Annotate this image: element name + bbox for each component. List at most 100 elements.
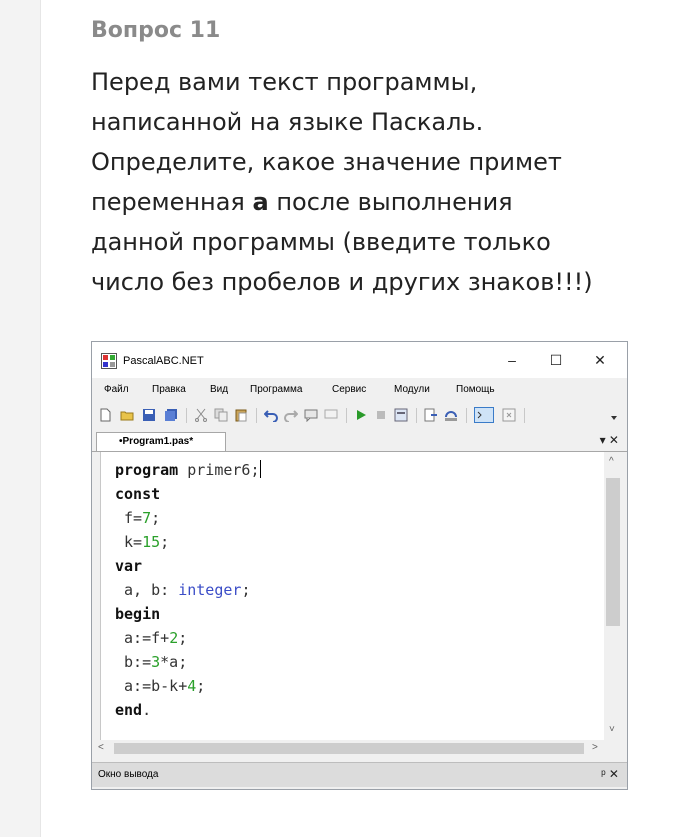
code-line: b:=3*a; <box>115 650 261 674</box>
menu-file[interactable]: Файл <box>104 384 129 395</box>
scroll-right-icon[interactable]: > <box>592 742 598 753</box>
toolbar-separator <box>524 408 525 423</box>
question-line-6: число без пробелов и других знаков!!!) <box>91 268 593 296</box>
save-icon[interactable] <box>142 408 156 422</box>
minimize-button[interactable]: – <box>496 349 528 371</box>
code-text: k= <box>115 533 143 551</box>
question-line-5: данной программы (введите только <box>91 228 551 256</box>
code-text: a:=b-k+ <box>115 677 188 695</box>
code-text: b:= <box>115 653 152 671</box>
code-text: ; <box>241 581 251 599</box>
menu-view[interactable]: Вид <box>210 384 228 395</box>
code-number: 15 <box>142 533 161 551</box>
code-number: 4 <box>187 677 197 695</box>
question-line-1: Перед вами текст программы, <box>91 68 478 96</box>
question-line-4-start: переменная <box>91 188 253 216</box>
title-bar[interactable]: PascalABC.NET – ☐ ✕ <box>92 342 627 378</box>
undo-icon[interactable] <box>264 408 278 422</box>
question-title: Вопрос 11 <box>91 18 221 43</box>
copy-icon[interactable] <box>214 408 228 422</box>
uncomment-icon[interactable] <box>324 408 338 422</box>
cut-icon[interactable] <box>194 408 208 422</box>
code-line: k=15; <box>115 530 261 554</box>
menu-edit[interactable]: Правка <box>152 384 186 395</box>
code-keyword: program <box>115 461 179 479</box>
paste-icon[interactable] <box>234 408 248 422</box>
code-line: const <box>115 482 261 506</box>
stop-icon[interactable] <box>374 408 388 422</box>
output-panel-actions[interactable]: ᵖ ✕ <box>601 767 619 781</box>
code-line: a:=b-k+4; <box>115 674 261 698</box>
question-text: Перед вами текст программы, написанной н… <box>91 62 651 302</box>
toolbar-overflow-icon[interactable] <box>610 414 618 422</box>
code-type: integer <box>178 581 242 599</box>
ide-window: PascalABC.NET – ☐ ✕ Файл Правка Вид Прог… <box>91 341 628 790</box>
question-line-4-end: после выполнения <box>268 188 513 216</box>
code-text: primer6; <box>178 461 260 479</box>
code-line: f=7; <box>115 506 261 530</box>
question-line-4: переменная а после выполнения <box>91 182 651 222</box>
toolbar-separator <box>186 408 187 423</box>
output-window-icon[interactable] <box>474 407 494 423</box>
toolbar-separator <box>346 408 347 423</box>
code-number: 3 <box>151 653 161 671</box>
code-text: . <box>142 701 152 719</box>
left-gutter <box>0 0 41 837</box>
output-panel-title: Окно вывода <box>98 769 159 780</box>
code-line: end. <box>115 698 261 722</box>
toolbar-separator <box>416 408 417 423</box>
form-designer-icon[interactable] <box>394 408 408 422</box>
redo-icon[interactable] <box>284 408 298 422</box>
code-line: a, b: integer; <box>115 578 261 602</box>
code-keyword: end <box>115 701 143 719</box>
scroll-up-icon[interactable]: ^ <box>609 456 614 467</box>
code-number: 7 <box>142 509 152 527</box>
horizontal-scroll-thumb[interactable] <box>114 743 584 754</box>
code-text: a, b: <box>115 581 179 599</box>
code-editor[interactable]: program primer6; const f=7; k=15; var a,… <box>100 452 605 740</box>
tab-actions[interactable]: ▾ ✕ <box>600 433 619 447</box>
maximize-button[interactable]: ☐ <box>540 349 572 371</box>
menu-service[interactable]: Сервис <box>332 384 366 395</box>
horizontal-scrollbar[interactable]: < > <box>92 740 622 757</box>
menu-help[interactable]: Помощь <box>456 384 495 395</box>
code-text: *a; <box>160 653 188 671</box>
toolbar-separator <box>256 408 257 423</box>
code-text: f= <box>115 509 143 527</box>
code-text: ; <box>160 533 170 551</box>
save-all-icon[interactable] <box>164 408 178 422</box>
toolbar <box>92 402 627 428</box>
toolbar-separator <box>466 408 467 423</box>
code-keyword: var <box>115 557 143 575</box>
pascalabc-app-icon <box>101 353 117 369</box>
code-text: a:=f+ <box>115 629 170 647</box>
code-line: var <box>115 554 261 578</box>
open-folder-icon[interactable] <box>120 408 134 422</box>
code-text: ; <box>151 509 161 527</box>
text-caret <box>259 460 261 478</box>
vertical-scrollbar[interactable]: ^ ˅ <box>604 452 622 740</box>
code-line: a:=f+2; <box>115 626 261 650</box>
menu-modules[interactable]: Модули <box>394 384 430 395</box>
vertical-scroll-thumb[interactable] <box>606 478 620 626</box>
scroll-left-icon[interactable]: < <box>98 742 104 753</box>
run-icon[interactable] <box>354 408 368 422</box>
variable-name: а <box>252 188 269 216</box>
step-into-icon[interactable] <box>424 408 438 422</box>
code-line: program primer6; <box>115 458 261 482</box>
new-file-icon[interactable] <box>98 408 112 422</box>
scroll-down-icon[interactable]: ˅ <box>609 724 615 735</box>
question-line-3: Определите, какое значение примет <box>91 148 562 176</box>
code-keyword: begin <box>115 605 161 623</box>
close-tab-icon[interactable] <box>502 408 516 422</box>
code-line: begin <box>115 602 261 626</box>
code-text: ; <box>196 677 206 695</box>
step-over-icon[interactable] <box>444 408 458 422</box>
comment-icon[interactable] <box>304 408 318 422</box>
code-block: program primer6; const f=7; k=15; var a,… <box>115 458 261 722</box>
code-number: 2 <box>169 629 179 647</box>
menu-program[interactable]: Программа <box>250 384 302 395</box>
output-panel-header: Окно вывода ᵖ ✕ <box>92 762 627 787</box>
close-button[interactable]: ✕ <box>584 349 616 371</box>
tab-program1[interactable]: •Program1.pas* <box>96 432 226 451</box>
